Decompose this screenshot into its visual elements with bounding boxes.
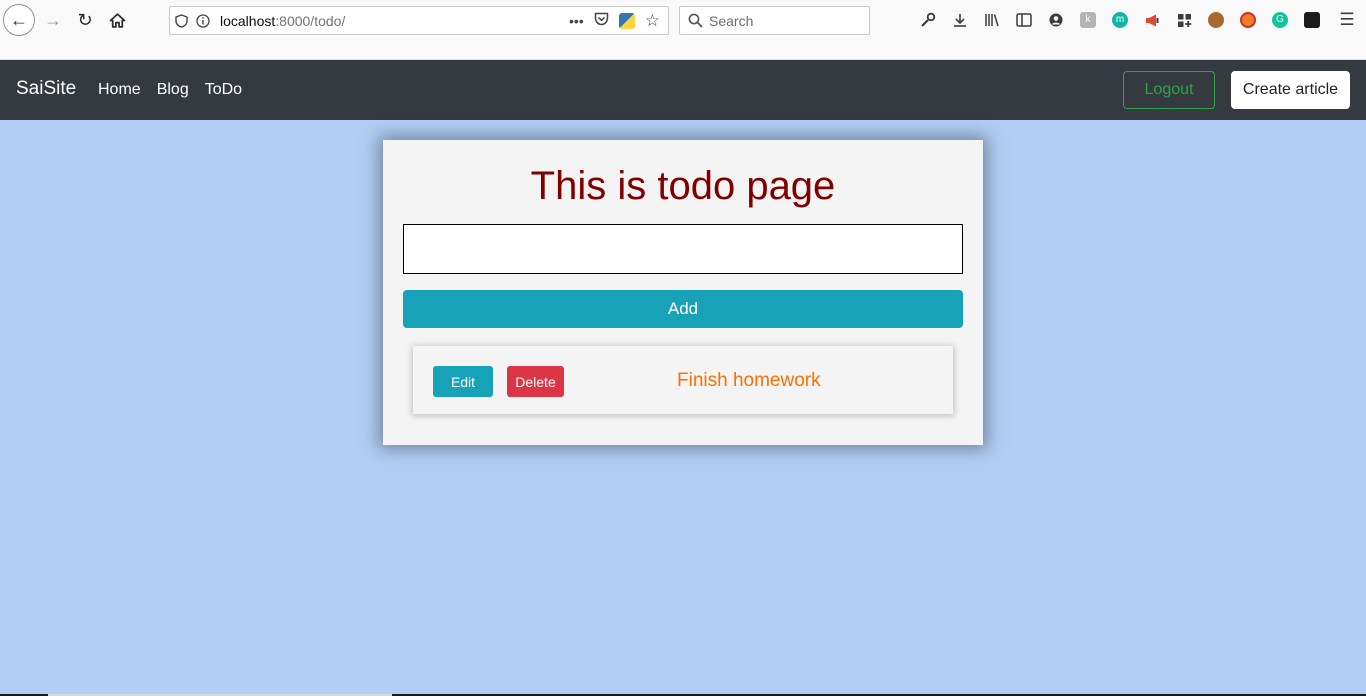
page-title: This is todo page [530, 164, 836, 208]
nav-link-blog[interactable]: Blog [157, 81, 189, 99]
search-bar[interactable] [679, 6, 870, 35]
todo-card: This is todo page Add Edit Delete Finish… [383, 140, 983, 445]
search-input[interactable] [709, 12, 859, 29]
home-button[interactable] [101, 4, 133, 36]
site-brand[interactable]: SaiSite [16, 78, 76, 100]
blocker-icon[interactable] [1232, 9, 1264, 31]
arrow-left-icon: ← [10, 9, 28, 30]
reload-icon: ↻ [77, 9, 93, 30]
extension-dark-icon[interactable] [1296, 9, 1328, 31]
browser-toolbar: ← → ↻ localhost:8000/todo/ ••• ☆ Search … [0, 0, 1366, 60]
edit-button[interactable]: Edit [433, 366, 493, 397]
pocket-icon[interactable] [594, 12, 609, 29]
grammarly-icon[interactable]: G [1264, 9, 1296, 31]
url-path: :8000/todo/ [275, 12, 346, 29]
todo-input[interactable] [403, 224, 963, 274]
logout-button[interactable]: Logout [1123, 71, 1215, 109]
forward-button[interactable]: → [37, 4, 69, 36]
arrow-right-icon: → [44, 9, 62, 30]
extension-teal-icon[interactable]: m [1104, 9, 1136, 31]
todo-item-text: Finish homework [677, 370, 821, 391]
delete-button[interactable]: Delete [507, 366, 564, 397]
hamburger-menu-icon[interactable]: ☰ [1336, 9, 1358, 31]
add-button[interactable]: Add [403, 290, 963, 328]
megaphone-icon[interactable] [1136, 9, 1168, 31]
bookmark-star-icon[interactable]: ☆ [645, 11, 660, 31]
sidebar-icon[interactable] [1008, 9, 1040, 31]
python-extension-icon[interactable] [618, 12, 635, 29]
more-actions-icon[interactable]: ••• [569, 13, 584, 29]
back-button[interactable]: ← [3, 4, 35, 36]
nav-link-todo[interactable]: ToDo [205, 81, 242, 99]
nav-links: Home Blog ToDo [98, 81, 258, 99]
todo-item: Edit Delete Finish homework [413, 346, 953, 414]
info-icon[interactable] [192, 13, 214, 28]
reload-button[interactable]: ↻ [69, 4, 101, 36]
library-icon[interactable] [976, 9, 1008, 31]
search-icon [688, 13, 703, 28]
create-article-button[interactable]: Create article [1231, 71, 1350, 109]
nav-link-home[interactable]: Home [98, 81, 141, 99]
download-icon[interactable] [944, 9, 976, 31]
site-navbar: SaiSite Home Blog ToDo Logout Create art… [0, 60, 1366, 120]
wrench-icon[interactable] [912, 9, 944, 31]
shield-icon[interactable] [170, 13, 192, 28]
cookie-icon[interactable] [1200, 9, 1232, 31]
home-icon [109, 12, 125, 28]
url-bar[interactable]: localhost:8000/todo/ ••• ☆ [169, 6, 669, 35]
url-host: localhost [220, 12, 276, 29]
extensions-grid-icon[interactable] [1168, 9, 1200, 31]
url-text[interactable]: localhost:8000/todo/ [220, 13, 569, 29]
account-icon[interactable] [1040, 9, 1072, 31]
extension-gray-icon[interactable]: k [1072, 9, 1104, 31]
